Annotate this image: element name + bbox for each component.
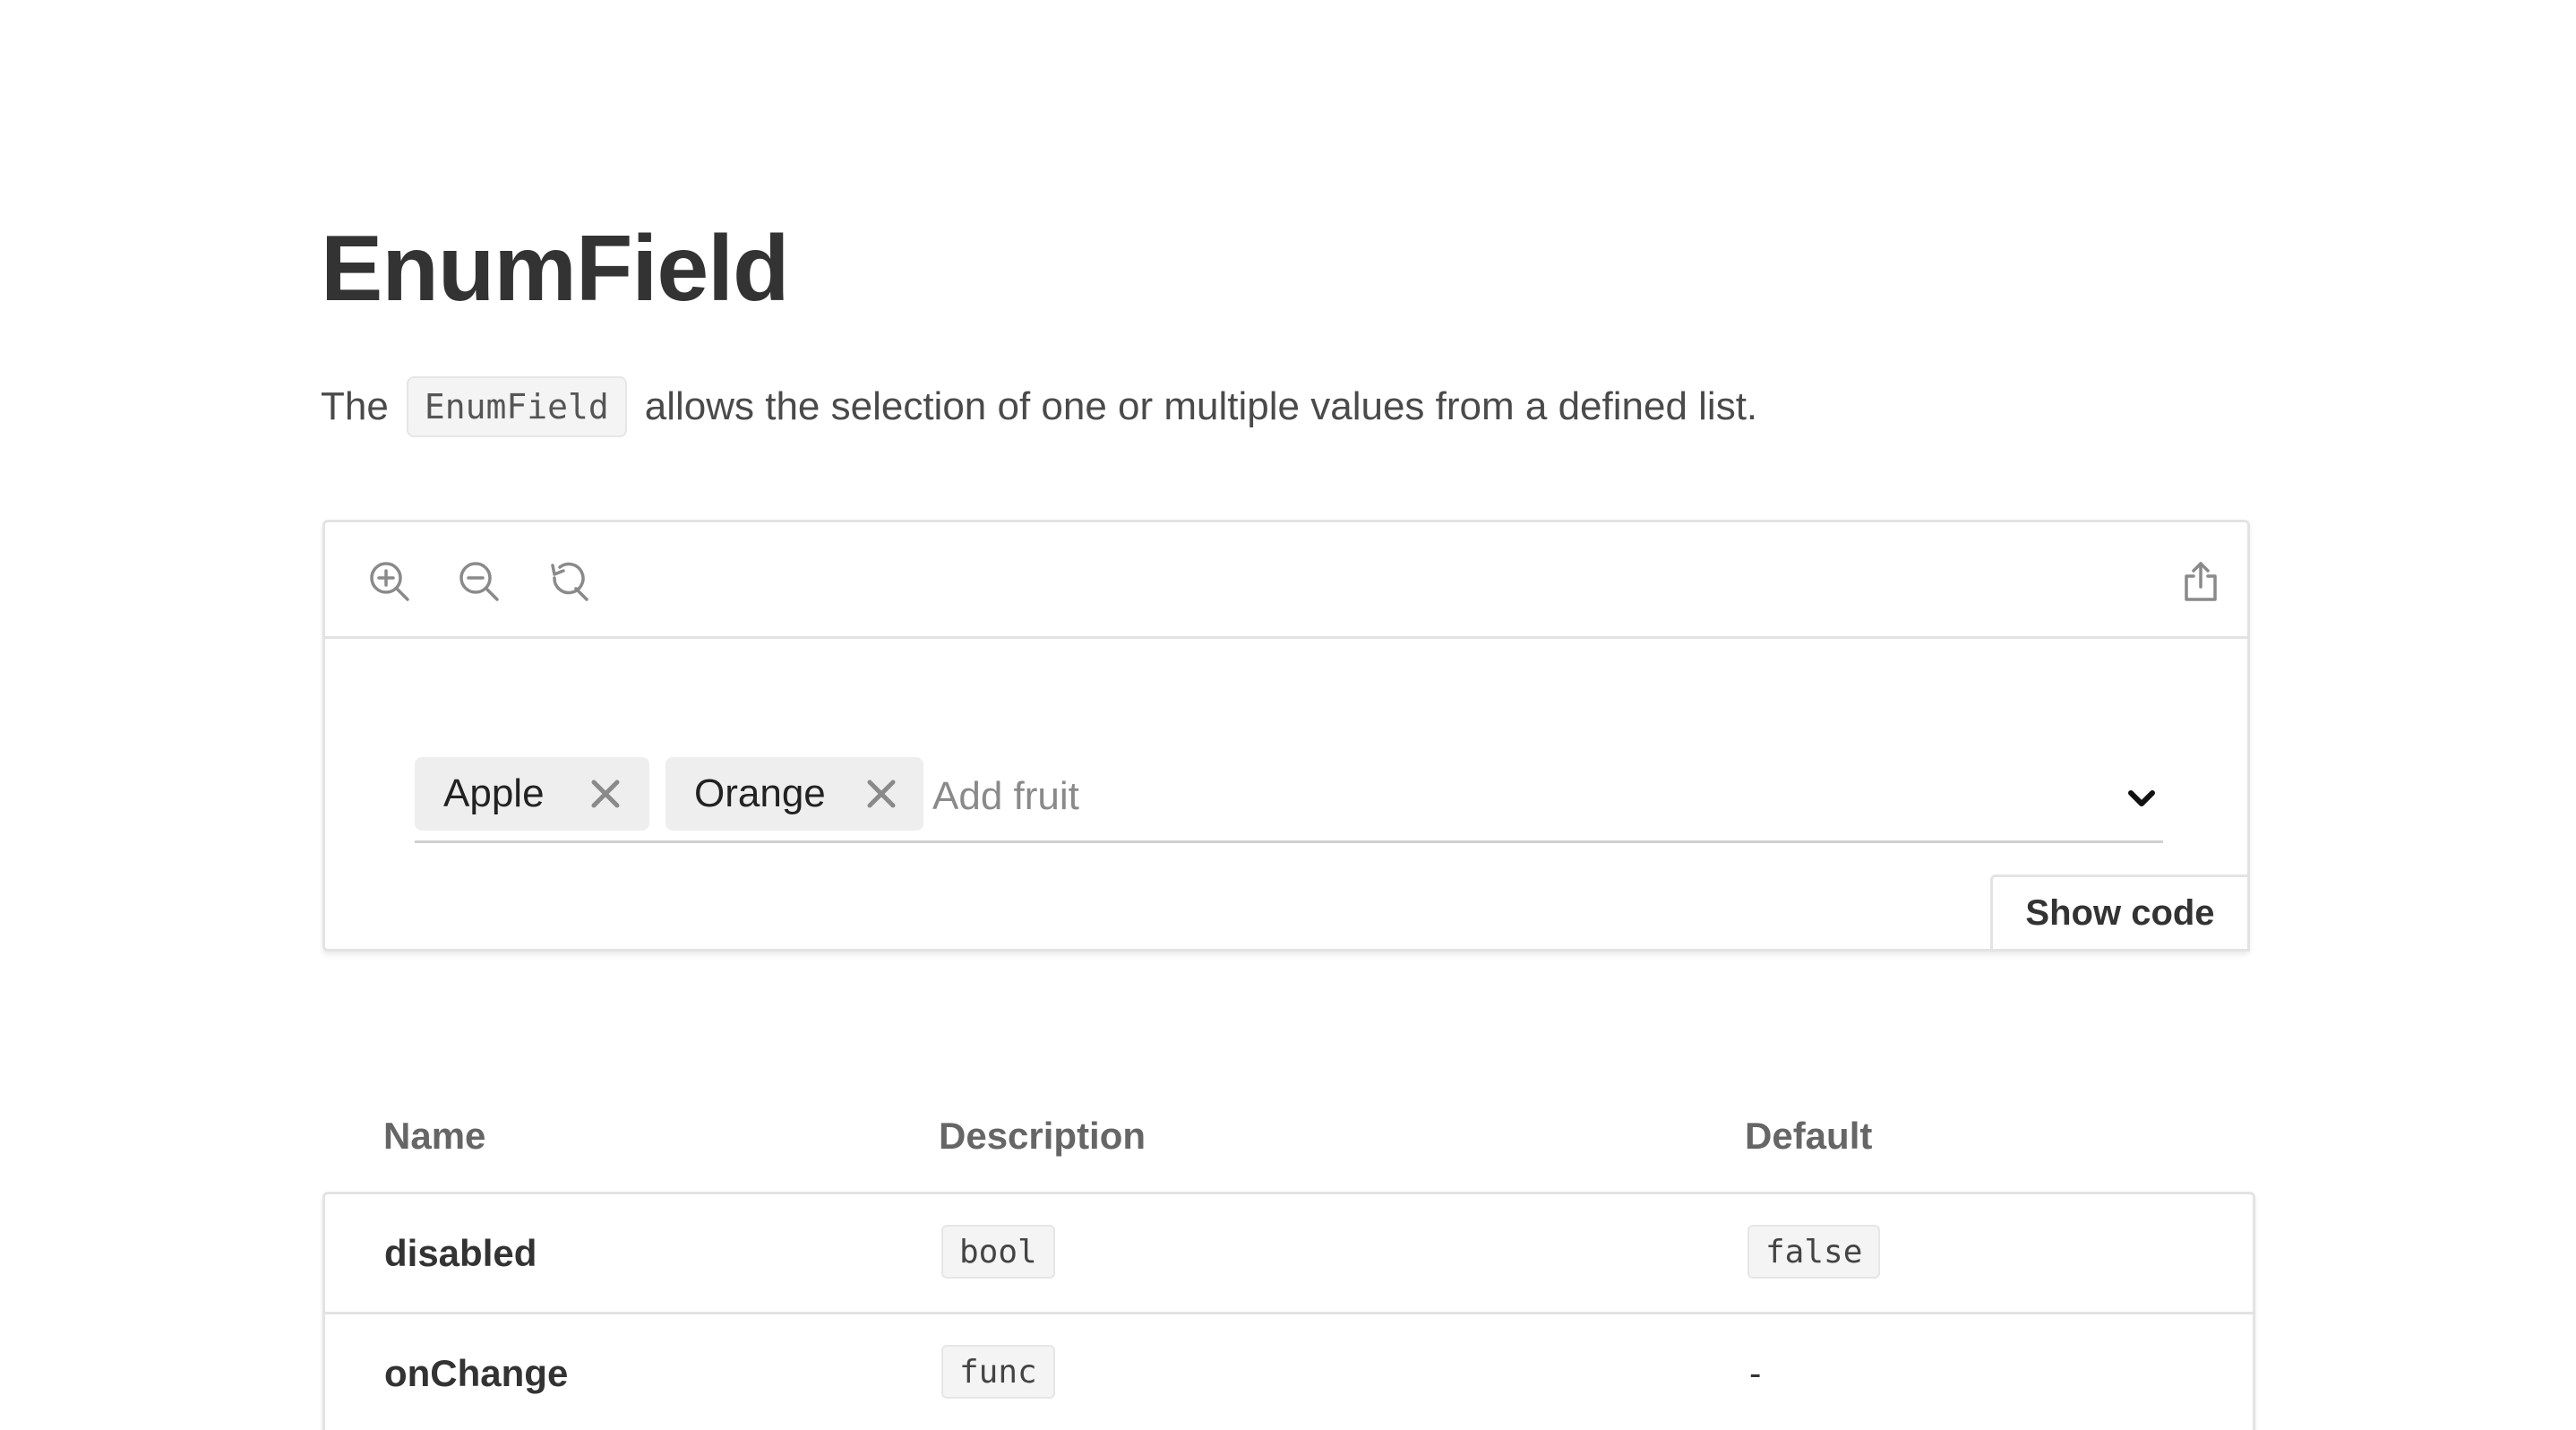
playground-toolbar (325, 522, 2247, 639)
chip-orange: Orange (665, 757, 923, 831)
component-playground: Apple Orange Add fruit Show code (322, 520, 2250, 952)
page-title: EnumField (321, 217, 790, 321)
column-header-description: Description (939, 1115, 1146, 1157)
docs-page: EnumField The EnumField allows the selec… (0, 0, 2576, 1430)
prop-name: onChange (384, 1352, 569, 1394)
remove-chip-icon[interactable] (588, 777, 623, 811)
chip-label: Orange (694, 771, 826, 815)
chip-label: Apple (443, 771, 545, 815)
reset-zoom-icon[interactable] (545, 558, 592, 605)
chevron-down-icon[interactable] (2124, 780, 2160, 816)
add-fruit-input[interactable] (932, 762, 2007, 831)
intro-text-after: allows the selection of one or multiple … (644, 384, 1758, 428)
chip-apple: Apple (415, 757, 649, 831)
remove-chip-icon[interactable] (864, 777, 898, 811)
table-row: disabled bool false (325, 1194, 2253, 1314)
props-table: disabled bool false onChange func - (322, 1192, 2255, 1430)
prop-default: false (1747, 1225, 1881, 1279)
prop-name: disabled (384, 1232, 537, 1274)
intro-inline-code: EnumField (406, 376, 627, 437)
enum-field[interactable]: Apple Orange (415, 757, 2163, 843)
prop-default: - (1749, 1354, 1762, 1393)
zoom-out-icon[interactable] (456, 558, 502, 605)
share-icon[interactable] (2177, 558, 2224, 605)
prop-type: func (941, 1345, 1055, 1399)
prop-type: bool (941, 1225, 1055, 1279)
column-header-name: Name (383, 1115, 486, 1157)
show-code-button[interactable]: Show code (1990, 874, 2250, 952)
table-row: onChange func - (325, 1314, 2253, 1430)
zoom-in-icon[interactable] (366, 558, 413, 605)
column-header-default: Default (1745, 1115, 1873, 1157)
page-intro: The EnumField allows the selection of on… (321, 375, 1757, 439)
intro-text-before: The (321, 384, 389, 428)
